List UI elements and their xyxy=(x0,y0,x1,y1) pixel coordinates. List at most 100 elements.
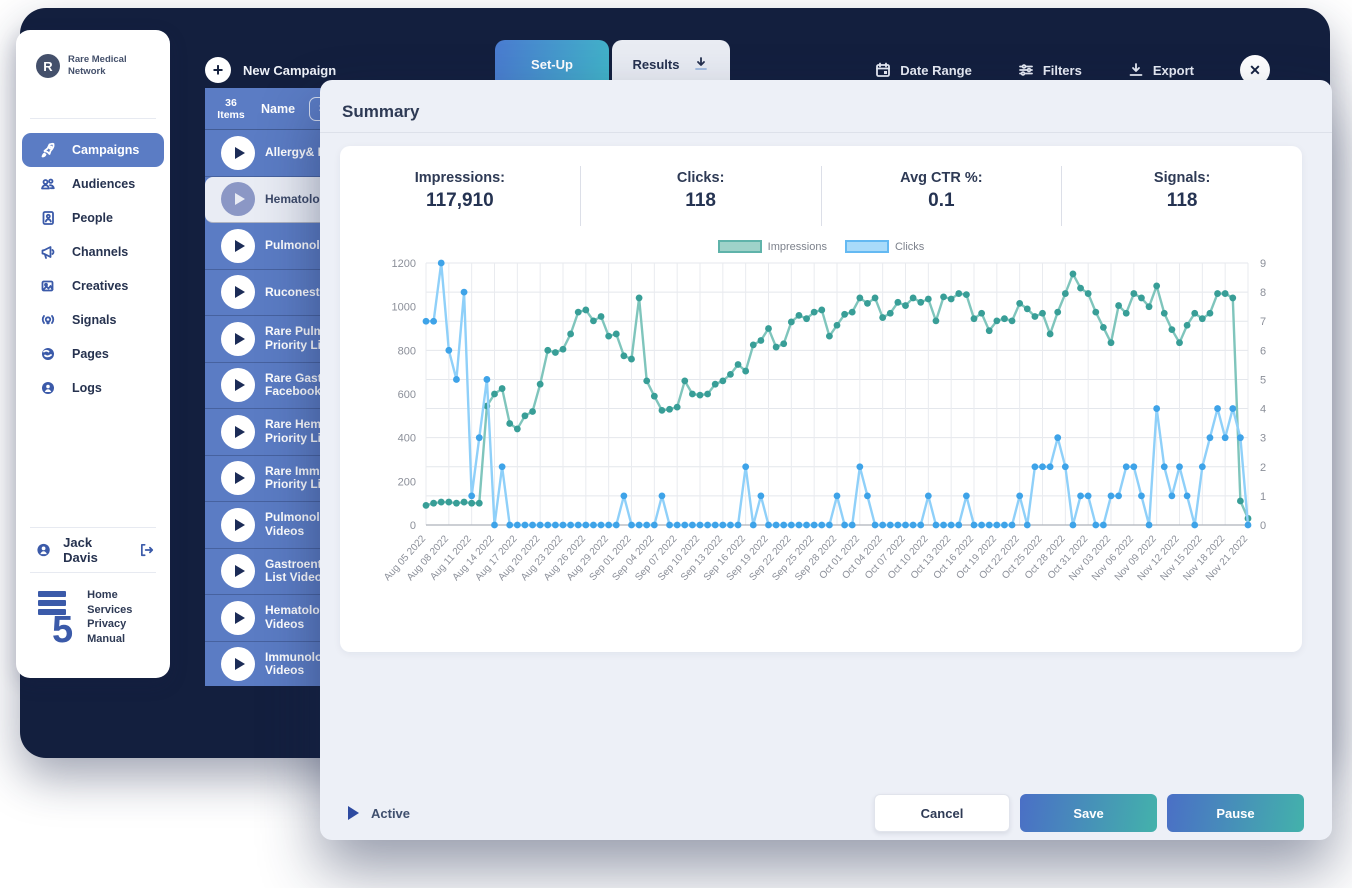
rocket-icon xyxy=(40,142,56,158)
svg-text:7: 7 xyxy=(1260,316,1266,328)
tab-set-up-label: Set-Up xyxy=(531,57,573,72)
logout-icon[interactable] xyxy=(139,542,154,558)
play-icon xyxy=(235,612,245,624)
sidebar-nav: Campaigns AudiencesPeopleChannelsCreative… xyxy=(16,133,170,405)
play-button[interactable] xyxy=(221,554,255,588)
impressions-swatch xyxy=(718,240,762,253)
divider xyxy=(320,132,1332,133)
filters-icon xyxy=(1018,62,1034,78)
new-campaign-label: New Campaign xyxy=(243,63,336,78)
plus-icon: + xyxy=(205,57,231,83)
footer-link-services[interactable]: Services xyxy=(87,604,132,618)
sidebar-item-channels[interactable]: Channels xyxy=(22,235,164,269)
footer-logo: 5 HomeServicesPrivacyManual xyxy=(38,589,170,646)
summary-chart: 0200400600800100012000123456789Aug 05 20… xyxy=(354,255,1296,652)
signal-bulb-icon xyxy=(40,312,56,328)
stat-signals: Signals: 118 xyxy=(1061,166,1302,226)
user-row: Jack Davis xyxy=(16,528,170,572)
play-button[interactable] xyxy=(221,229,255,263)
play-button[interactable] xyxy=(221,508,255,542)
megaphone-icon xyxy=(40,244,56,260)
play-icon xyxy=(235,472,245,484)
sidebar-item-campaigns[interactable]: Campaigns xyxy=(22,133,164,167)
footer-link-manual[interactable]: Manual xyxy=(87,633,132,647)
cancel-button[interactable]: Cancel xyxy=(874,794,1010,832)
legend-clicks: Clicks xyxy=(845,240,924,253)
play-icon xyxy=(235,147,245,159)
play-button[interactable] xyxy=(221,415,255,449)
svg-text:1: 1 xyxy=(1260,491,1266,503)
play-icon xyxy=(235,658,245,670)
play-button[interactable] xyxy=(221,601,255,635)
svg-text:8: 8 xyxy=(1260,287,1266,299)
play-icon xyxy=(235,240,245,252)
people-icon xyxy=(40,176,56,192)
chart-legend: Impressions Clicks xyxy=(340,240,1302,253)
new-campaign-button[interactable]: + New Campaign xyxy=(205,48,336,92)
sidebar-item-label: Pages xyxy=(72,347,109,361)
sidebar-item-people[interactable]: People xyxy=(22,201,164,235)
filters-button[interactable]: Filters xyxy=(1018,62,1082,78)
stat-label: Avg CTR %: xyxy=(822,170,1062,186)
play-icon xyxy=(235,286,245,298)
brand-name: Rare Medical Network xyxy=(68,54,154,78)
sidebar-item-logs[interactable]: Logs xyxy=(22,371,164,405)
five-logo-digit: 5 xyxy=(52,615,73,646)
modal-footer: Active Cancel Save Pause xyxy=(320,786,1332,840)
footer-link-home[interactable]: Home xyxy=(87,589,132,603)
svg-text:600: 600 xyxy=(398,389,416,401)
summary-modal: Summary Impressions:117,910Clicks:118Avg… xyxy=(320,80,1332,840)
play-button[interactable] xyxy=(221,136,255,170)
sidebar-item-pages[interactable]: Pages xyxy=(22,337,164,371)
stat-label: Signals: xyxy=(1062,170,1302,186)
items-count: 36 Items xyxy=(205,97,257,121)
play-button[interactable] xyxy=(221,461,255,495)
play-icon xyxy=(348,806,359,820)
save-button[interactable]: Save xyxy=(1020,794,1157,832)
play-button[interactable] xyxy=(221,368,255,402)
brand: R Rare Medical Network xyxy=(36,54,170,78)
svg-text:2: 2 xyxy=(1260,462,1266,474)
footer-link-privacy[interactable]: Privacy xyxy=(87,618,132,632)
sidebar: R Rare Medical Network Campaigns Audience… xyxy=(16,30,170,678)
export-button[interactable]: Export xyxy=(1128,62,1194,78)
stat-value: 118 xyxy=(1062,190,1302,212)
globe-icon xyxy=(40,346,56,362)
status-label: Active xyxy=(371,806,410,821)
svg-text:800: 800 xyxy=(398,345,416,357)
pause-button[interactable]: Pause xyxy=(1167,794,1304,832)
svg-text:200: 200 xyxy=(398,476,416,488)
svg-text:0: 0 xyxy=(410,520,416,532)
sidebar-item-label: Campaigns xyxy=(72,143,139,157)
sidebar-item-signals[interactable]: Signals xyxy=(22,303,164,337)
user-icon xyxy=(36,542,51,558)
date-range-label: Date Range xyxy=(900,63,972,78)
svg-text:1200: 1200 xyxy=(392,258,416,270)
divider xyxy=(30,118,156,119)
stat-impressions: Impressions:117,910 xyxy=(340,166,580,226)
user-circle-icon xyxy=(40,380,56,396)
tab-results-label: Results xyxy=(633,57,680,72)
play-button[interactable] xyxy=(221,322,255,356)
legend-clicks-label: Clicks xyxy=(895,241,924,253)
play-button[interactable] xyxy=(221,182,255,216)
sidebar-item-creatives[interactable]: Creatives xyxy=(22,269,164,303)
svg-text:6: 6 xyxy=(1260,345,1266,357)
brand-logo-icon: R xyxy=(36,54,60,78)
play-icon xyxy=(235,519,245,531)
download-icon xyxy=(693,56,709,72)
play-button[interactable] xyxy=(221,647,255,681)
stat-label: Clicks: xyxy=(581,170,821,186)
status-active[interactable]: Active xyxy=(348,806,410,821)
play-button[interactable] xyxy=(221,275,255,309)
svg-text:4: 4 xyxy=(1260,404,1266,416)
svg-text:5: 5 xyxy=(1260,374,1266,386)
items-count-word: Items xyxy=(205,109,257,121)
stat-clicks: Clicks:118 xyxy=(580,166,821,226)
sidebar-item-audiences[interactable]: Audiences xyxy=(22,167,164,201)
sidebar-item-label: Signals xyxy=(72,313,116,327)
legend-impressions: Impressions xyxy=(718,240,827,253)
stat-value: 117,910 xyxy=(340,190,580,212)
date-range-button[interactable]: Date Range xyxy=(875,62,972,78)
stats-row: Impressions:117,910Clicks:118Avg CTR %:0… xyxy=(340,146,1302,226)
